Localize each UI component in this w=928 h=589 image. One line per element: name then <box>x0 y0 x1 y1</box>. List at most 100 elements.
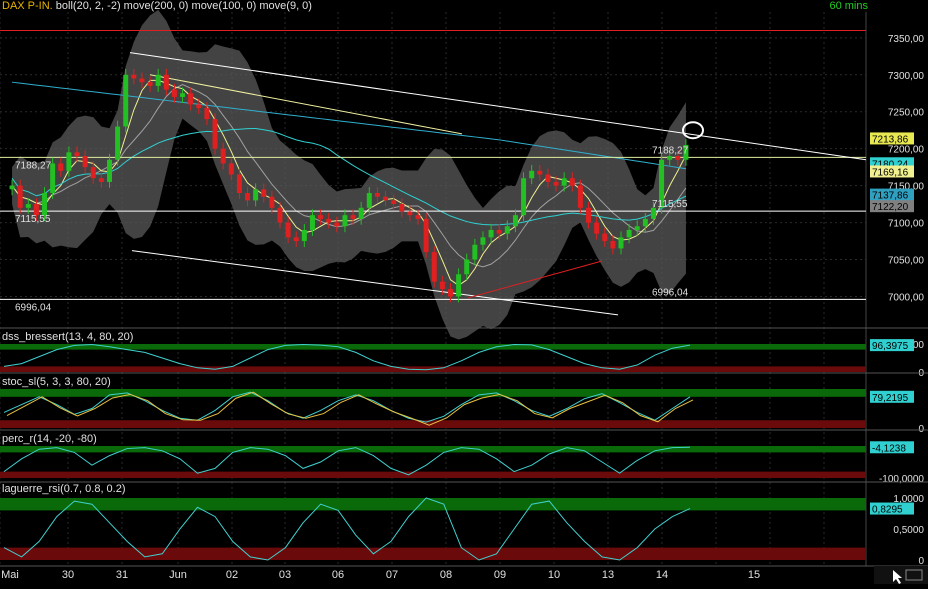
candle-body <box>66 152 72 171</box>
stoc-title: stoc_sl(5, 3, 3, 80, 20) <box>2 376 111 388</box>
candle-body <box>309 215 315 230</box>
candle-body <box>106 159 112 182</box>
candle-body <box>464 259 470 275</box>
candle-body <box>610 241 616 249</box>
candle-body <box>188 93 194 105</box>
candle-body <box>602 233 608 242</box>
candle-body <box>537 170 543 175</box>
candle-body <box>439 281 445 290</box>
x-tick-label: 15 <box>748 569 760 581</box>
candle-body <box>220 148 226 164</box>
candle-body <box>285 222 291 238</box>
zone-overbought <box>0 446 866 453</box>
candle-body <box>626 229 632 238</box>
x-tick-label: Jun <box>169 569 187 581</box>
candle-body <box>155 74 161 86</box>
chart-window: 7188,27 7188,27 7115,55 7115,55 6996,04 6996,… <box>0 0 928 584</box>
candle-body <box>553 181 559 186</box>
candle-body <box>391 200 397 205</box>
bollinger-band <box>12 9 686 340</box>
y-tick-label: 7300,00 <box>888 71 925 82</box>
candle-body <box>42 193 48 216</box>
candle-body <box>301 229 307 242</box>
x-tick-label: 03 <box>279 569 291 581</box>
circle-annotation <box>682 121 704 140</box>
zone-overbought <box>0 389 866 397</box>
candle-body <box>293 237 299 242</box>
x-tick-label: 08 <box>440 569 452 581</box>
price-tag-label: 7213,86 <box>872 134 909 145</box>
candle-body <box>228 163 234 175</box>
candle-body <box>277 207 283 223</box>
candle-body <box>98 178 104 182</box>
candle-body <box>521 178 527 216</box>
candle-body <box>261 189 267 197</box>
y-tick-label: 7200,00 <box>888 145 925 156</box>
candle-body <box>634 226 640 230</box>
price-tag-label: 7169,16 <box>872 167 909 178</box>
candle-body <box>529 170 535 179</box>
candle-body <box>318 215 324 219</box>
y-tick-label: 7100,00 <box>888 219 925 230</box>
zone-overbought <box>0 344 866 350</box>
y-tick-label: 7050,00 <box>888 256 925 267</box>
candle-body <box>569 178 575 186</box>
candle-body <box>456 274 462 297</box>
candle-body <box>90 167 96 179</box>
candle-body <box>342 215 348 227</box>
candle-body <box>139 78 145 83</box>
candle-body <box>399 204 405 212</box>
x-tick-label: 07 <box>386 569 398 581</box>
candle-body <box>180 93 186 97</box>
level-label-right: 7188,27 <box>652 145 689 156</box>
level-label-left: 6996,04 <box>15 302 52 313</box>
candle-body <box>115 126 121 160</box>
price-tag-label: 7122,20 <box>872 202 909 213</box>
dss-title: dss_bressert(13, 4, 80, 20) <box>2 331 134 343</box>
candle-body <box>407 211 413 216</box>
candle-body <box>58 163 64 171</box>
candle-body <box>667 156 673 160</box>
zone-overbought <box>0 498 866 511</box>
price-tag-label: 7137,86 <box>872 191 909 202</box>
y-tick-label: 7250,00 <box>888 108 925 119</box>
candle-body <box>212 119 218 149</box>
indicators-label: boll(20, 2, -2) move(200, 0) move(100, 0… <box>55 0 312 12</box>
zone-oversold <box>0 547 866 560</box>
percr-title: perc_r(14, -20, -80) <box>2 433 97 445</box>
x-tick-label: 30 <box>62 569 74 581</box>
candle-body <box>25 204 31 208</box>
candle-body <box>334 222 340 227</box>
zone-oversold <box>0 471 866 478</box>
chart-canvas[interactable]: 7188,27 7188,27 7115,55 7115,55 6996,04 6996,… <box>0 0 928 584</box>
chart-header: DAX P-IN. boll(20, 2, -2) move(200, 0) m… <box>2 0 312 12</box>
candle-body <box>383 196 389 201</box>
x-tick-label: 06 <box>332 569 344 581</box>
cursor-icon-bg <box>874 566 928 584</box>
level-label-left: 7188,27 <box>15 160 52 171</box>
candle-body <box>74 152 80 157</box>
candle-body <box>163 74 169 90</box>
candle-body <box>82 156 88 168</box>
candle-body <box>131 74 137 79</box>
x-tick-label: 09 <box>494 569 506 581</box>
candle-body <box>642 218 648 227</box>
candle-body <box>269 196 275 208</box>
interval-label: 60 mins <box>829 0 868 12</box>
candle-body <box>171 89 177 97</box>
candle-body <box>431 252 437 282</box>
candle-body <box>17 185 23 208</box>
candle-body <box>496 229 502 234</box>
value-tag-label: 79,2195 <box>872 393 909 404</box>
candle-body <box>545 174 551 182</box>
level-label-right: 7115,55 <box>652 199 688 210</box>
x-tick-label: Mai <box>1 569 19 581</box>
x-tick-label: 10 <box>548 569 560 581</box>
laguerre-title: laguerre_rsi(0.7, 0.8, 0.2) <box>2 483 126 495</box>
candle-body <box>196 104 202 109</box>
candle-body <box>123 74 129 127</box>
y-tick-label: 7350,00 <box>888 34 925 45</box>
candle-body <box>415 215 421 219</box>
candle-body <box>586 207 592 223</box>
candle-body <box>594 222 600 234</box>
